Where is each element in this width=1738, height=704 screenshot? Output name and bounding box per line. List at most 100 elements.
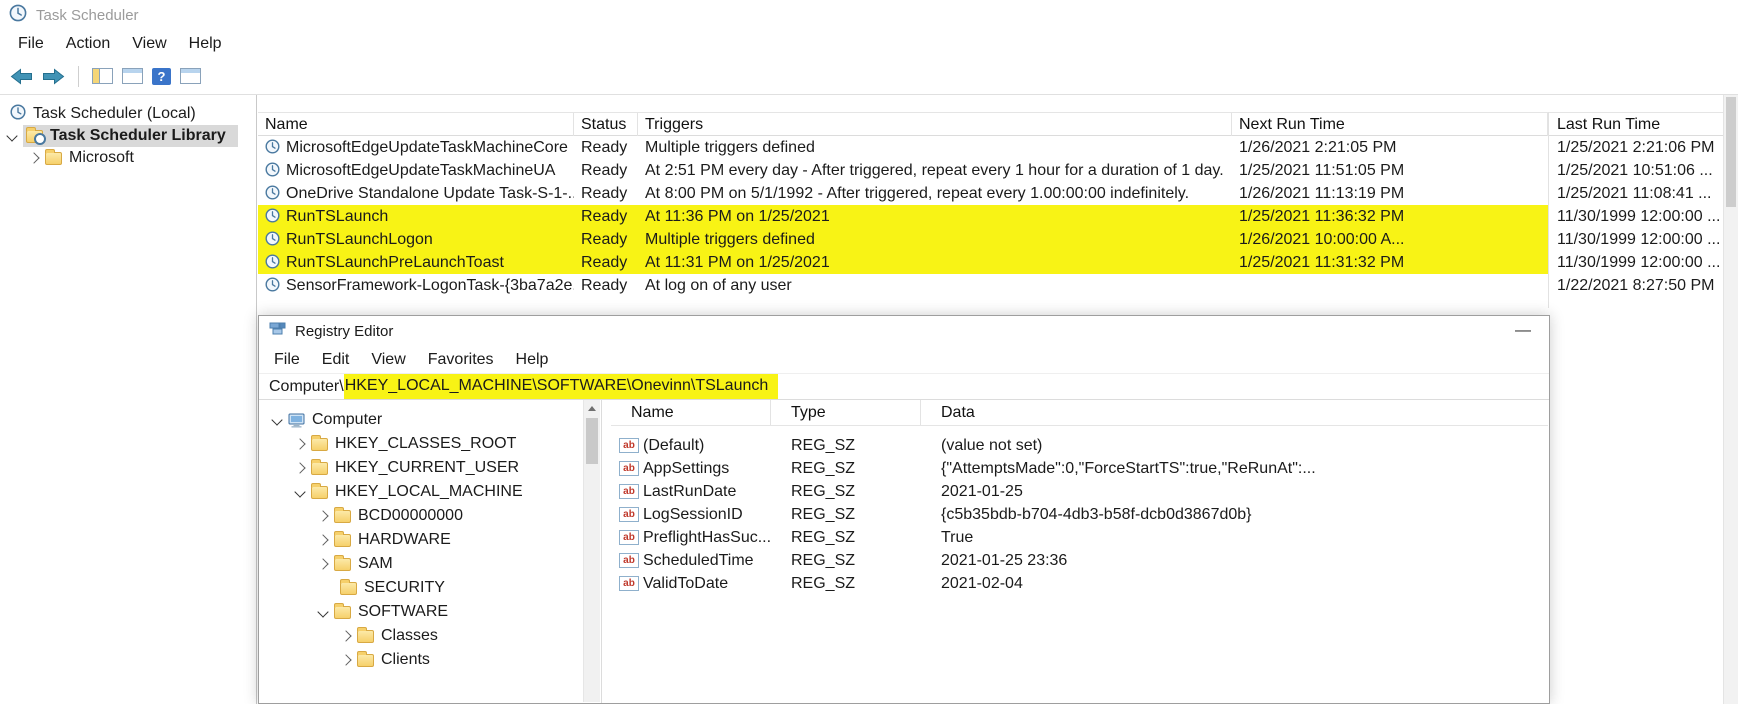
- registry-tree-item[interactable]: SAM: [259, 552, 581, 576]
- task-row[interactable]: MicrosoftEdgeUpdateTaskMachineCoreReadyM…: [258, 136, 1723, 159]
- column-header-last-run-time[interactable]: Last Run Time: [1548, 113, 1723, 136]
- expander-down-icon[interactable]: [6, 130, 17, 141]
- column-header-type[interactable]: Type: [771, 400, 921, 425]
- value-data: 2021-02-04: [941, 572, 1544, 595]
- registry-key-label: Computer: [312, 411, 382, 429]
- value-data: True: [941, 526, 1544, 549]
- menu-file[interactable]: File: [263, 351, 311, 369]
- task-status-cell: Ready: [574, 205, 638, 228]
- task-window-scrollbar[interactable]: [1723, 95, 1738, 704]
- registry-value-row[interactable]: abLastRunDateREG_SZ2021-01-25: [611, 480, 1548, 503]
- registry-key-label: HKEY_CLASSES_ROOT: [335, 435, 516, 453]
- expander-icon[interactable]: [340, 630, 351, 641]
- help-button[interactable]: ?: [152, 68, 171, 85]
- registry-tree-item[interactable]: Clients: [259, 648, 581, 672]
- column-header-next-run-time[interactable]: Next Run Time: [1232, 113, 1548, 136]
- menu-help[interactable]: Help: [505, 351, 560, 369]
- registry-title: Registry Editor: [295, 323, 393, 340]
- task-icon: [265, 184, 280, 205]
- registry-key-folder-icon: [334, 558, 351, 571]
- back-button[interactable]: [10, 68, 33, 85]
- show-console-tree-button[interactable]: [92, 68, 113, 84]
- menu-help[interactable]: Help: [178, 35, 233, 53]
- scrollbar-thumb[interactable]: [586, 418, 598, 464]
- expander-icon[interactable]: [271, 414, 282, 425]
- task-last-run-cell: 11/30/1999 12:00:00 ...: [1548, 251, 1723, 274]
- task-next-run-cell: 1/26/2021 11:13:19 PM: [1232, 182, 1548, 205]
- task-row[interactable]: SensorFramework-LogonTask-{3ba7a2e...Rea…: [258, 274, 1723, 297]
- value-type: REG_SZ: [791, 457, 921, 480]
- menu-view[interactable]: View: [360, 351, 416, 369]
- expander-icon[interactable]: [317, 534, 328, 545]
- column-header-data[interactable]: Data: [921, 400, 1548, 425]
- menu-file[interactable]: File: [7, 35, 55, 53]
- registry-value-row[interactable]: abScheduledTimeREG_SZ2021-01-25 23:36: [611, 549, 1548, 572]
- task-icon: [265, 207, 280, 228]
- registry-key-folder-icon: [311, 486, 328, 499]
- menu-action[interactable]: Action: [55, 35, 121, 53]
- expander-icon[interactable]: [317, 606, 328, 617]
- registry-value-row[interactable]: abValidToDateREG_SZ2021-02-04: [611, 572, 1548, 595]
- tree-library-label: Task Scheduler Library: [50, 127, 226, 145]
- expander-icon[interactable]: [294, 486, 305, 497]
- menu-edit[interactable]: Edit: [311, 351, 361, 369]
- value-name: ScheduledTime: [643, 549, 771, 572]
- tree-microsoft-label: Microsoft: [69, 149, 134, 167]
- expander-icon[interactable]: [294, 462, 305, 473]
- task-row[interactable]: RunTSLaunchReadyAt 11:36 PM on 1/25/2021…: [258, 205, 1723, 228]
- task-scheduler-app-icon: [9, 4, 27, 27]
- registry-tree-item[interactable]: HKEY_CURRENT_USER: [259, 456, 581, 480]
- task-row[interactable]: MicrosoftEdgeUpdateTaskMachineUAReadyAt …: [258, 159, 1723, 182]
- task-triggers-cell: At log on of any user: [638, 274, 1232, 297]
- tree-item-task-scheduler-local[interactable]: Task Scheduler (Local): [0, 103, 256, 125]
- registry-tree-item[interactable]: HKEY_CLASSES_ROOT: [259, 432, 581, 456]
- column-header-name[interactable]: Name: [611, 400, 771, 425]
- registry-value-row[interactable]: abAppSettingsREG_SZ{"AttemptsMade":0,"Fo…: [611, 457, 1548, 480]
- task-status-cell: Ready: [574, 251, 638, 274]
- task-next-run-cell: 1/26/2021 2:21:05 PM: [1232, 136, 1548, 159]
- menu-favorites[interactable]: Favorites: [417, 351, 505, 369]
- task-row[interactable]: RunTSLaunchPreLaunchToastReadyAt 11:31 P…: [258, 251, 1723, 274]
- registry-value-row[interactable]: ab(Default)REG_SZ(value not set): [611, 434, 1548, 457]
- registry-key-label: HKEY_CURRENT_USER: [335, 459, 519, 477]
- forward-button[interactable]: [42, 68, 65, 85]
- menu-view[interactable]: View: [121, 35, 177, 53]
- registry-value-row[interactable]: abLogSessionIDREG_SZ{c5b35bdb-b704-4db3-…: [611, 503, 1548, 526]
- column-header-triggers[interactable]: Triggers: [638, 113, 1232, 136]
- registry-tree-item[interactable]: Computer: [259, 408, 581, 432]
- expander-icon[interactable]: [317, 510, 328, 521]
- registry-tree-item[interactable]: HARDWARE: [259, 528, 581, 552]
- registry-tree-scrollbar[interactable]: [583, 400, 600, 702]
- value-data: 2021-01-25 23:36: [941, 549, 1544, 572]
- registry-titlebar[interactable]: Registry Editor —: [259, 316, 1549, 346]
- registry-address-bar[interactable]: Computer\HKEY_LOCAL_MACHINE\SOFTWARE\One…: [259, 373, 1549, 400]
- registry-tree-item[interactable]: Classes: [259, 624, 581, 648]
- tree-item-microsoft[interactable]: Microsoft: [0, 147, 256, 169]
- task-scheduler-titlebar[interactable]: Task Scheduler: [0, 0, 1738, 30]
- value-name: PreflightHasSuc...: [643, 526, 771, 549]
- column-header-status[interactable]: Status: [574, 113, 638, 136]
- selected-tree-item: Task Scheduler Library: [23, 125, 238, 147]
- registry-tree-item[interactable]: BCD00000000: [259, 504, 581, 528]
- expander-icon[interactable]: [340, 654, 351, 665]
- minimize-button[interactable]: —: [1515, 316, 1531, 346]
- expander-right-icon[interactable]: [28, 152, 39, 163]
- registry-value-row[interactable]: abPreflightHasSuc...REG_SZTrue: [611, 526, 1548, 549]
- show-action-pane-button[interactable]: [180, 68, 201, 84]
- task-name-cell: RunTSLaunchPreLaunchToast: [258, 251, 574, 274]
- registry-tree-item[interactable]: HKEY_LOCAL_MACHINE: [259, 480, 581, 504]
- registry-tree-item[interactable]: SOFTWARE: [259, 600, 581, 624]
- registry-key-label: BCD00000000: [358, 507, 463, 525]
- expander-icon[interactable]: [317, 558, 328, 569]
- tree-item-task-scheduler-library[interactable]: Task Scheduler Library: [0, 125, 256, 147]
- pane-divider[interactable]: [601, 400, 602, 703]
- export-list-button[interactable]: [122, 68, 143, 84]
- column-header-name[interactable]: Name: [258, 113, 574, 136]
- expander-icon[interactable]: [294, 438, 305, 449]
- task-row[interactable]: RunTSLaunchLogonReadyMultiple triggers d…: [258, 228, 1723, 251]
- scrollbar-thumb[interactable]: [1726, 97, 1736, 207]
- task-row[interactable]: OneDrive Standalone Update Task-S-1-...R…: [258, 182, 1723, 205]
- registry-tree-item[interactable]: SECURITY: [259, 576, 581, 600]
- scroll-up-arrow-icon[interactable]: [588, 406, 596, 411]
- task-next-run-cell: [1232, 274, 1548, 297]
